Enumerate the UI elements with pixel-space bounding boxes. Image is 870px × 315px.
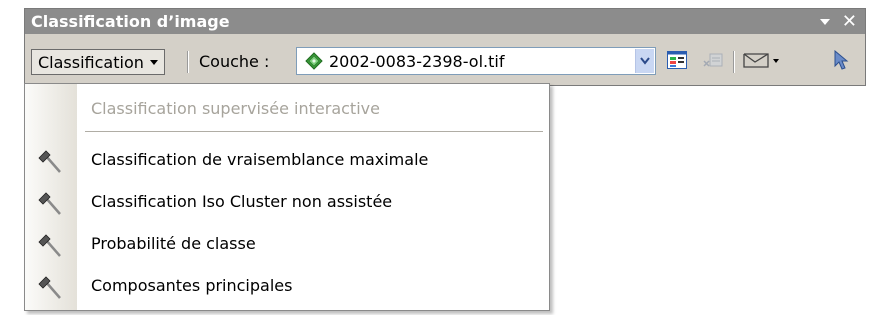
menu-item-label: Composantes principales xyxy=(91,275,293,295)
classification-menu-label: Classification xyxy=(38,52,144,72)
classification-dropdown-menu: Classification supervisée interactive Cl… xyxy=(24,83,550,311)
hammer-icon xyxy=(38,192,61,215)
window-title: Classification d’image xyxy=(31,12,230,31)
dropdown-chevron-icon xyxy=(640,57,650,65)
menu-item-maximum-likelihood[interactable]: Classification de vraisemblance maximale xyxy=(25,141,549,177)
classification-menu-button[interactable]: Classification xyxy=(31,49,165,75)
toolbar: Classification Couche : 2002-0083-2398-o… xyxy=(25,35,865,81)
window-options-icon[interactable] xyxy=(819,18,830,25)
histogram-button[interactable] xyxy=(666,49,688,71)
clear-training-button[interactable] xyxy=(702,49,724,71)
draw-polygon-icon xyxy=(743,53,779,68)
hammer-icon xyxy=(38,150,61,173)
clear-training-icon xyxy=(703,53,723,67)
layer-raster-icon xyxy=(305,52,323,70)
layer-label: Couche : xyxy=(199,52,270,71)
menu-item-label: Classification supervisée interactive xyxy=(91,98,380,118)
menu-item-label: Probabilité de classe xyxy=(91,233,256,253)
menu-item-label: Classification Iso Cluster non assistée xyxy=(91,191,393,211)
hammer-icon xyxy=(38,276,61,299)
hammer-icon xyxy=(38,234,61,257)
menu-item-class-probability[interactable]: Probabilité de classe xyxy=(25,225,549,261)
layer-combobox[interactable]: 2002-0083-2398-ol.tif xyxy=(296,47,656,75)
select-arrow-button[interactable] xyxy=(830,49,852,71)
menu-item-principal-components[interactable]: Composantes principales xyxy=(25,267,549,303)
title-bar[interactable]: Classification d’image ✕ xyxy=(25,9,865,34)
layer-value: 2002-0083-2398-ol.tif xyxy=(329,51,505,71)
classification-tool-window: Classification d’image ✕ Classification … xyxy=(24,8,866,86)
menu-item-iso-cluster[interactable]: Classification Iso Cluster non assistée xyxy=(25,183,549,219)
toolbar-separator xyxy=(187,51,188,73)
close-icon[interactable]: ✕ xyxy=(842,12,857,31)
histogram-icon xyxy=(667,51,687,69)
toolbar-separator xyxy=(733,51,734,73)
draw-polygon-button[interactable] xyxy=(741,49,781,71)
title-controls: ✕ xyxy=(819,9,857,34)
menu-item-interactive-supervised: Classification supervisée interactive xyxy=(25,90,549,126)
select-arrow-icon xyxy=(834,50,849,70)
menu-separator xyxy=(85,131,543,132)
menu-item-label: Classification de vraisemblance maximale xyxy=(91,149,429,169)
menu-caret-icon xyxy=(149,59,158,65)
layer-dropdown-button[interactable] xyxy=(635,49,654,73)
